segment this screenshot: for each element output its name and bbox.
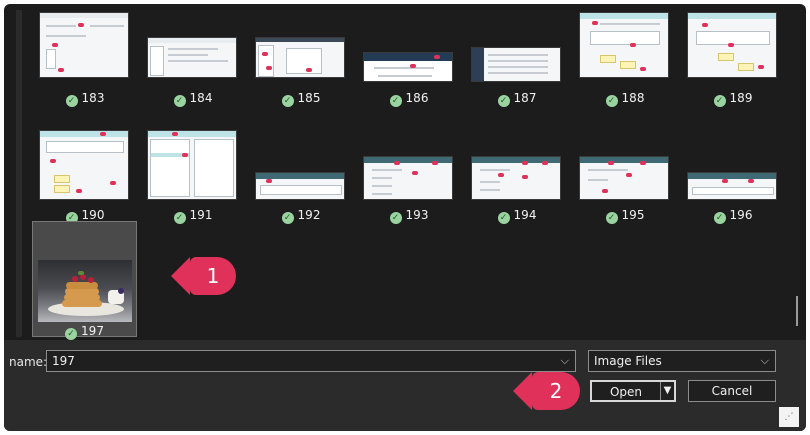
thumbnail-label: ✓ 196 xyxy=(680,208,786,224)
thumbnail-label: ✓ 186 xyxy=(356,91,462,107)
thumbnail-label: ✓ 185 xyxy=(248,91,354,107)
chevron-down-icon[interactable]: ⌵ xyxy=(761,351,769,371)
check-icon: ✓ xyxy=(497,95,510,107)
callout-two: 2 xyxy=(513,372,580,410)
check-icon: ✓ xyxy=(281,212,294,224)
thumbnail-grid: ✓ 183 ✓ 184 ✓ 185 ✓ 186 ✓ 187 ✓ 188 ✓ 18… xyxy=(32,4,792,340)
check-icon: ✓ xyxy=(389,95,402,107)
thumbnail-tile-189[interactable]: ✓ 189 xyxy=(680,4,786,110)
thumbnail-label: ✓ 189 xyxy=(680,91,786,107)
thumbnail-image xyxy=(363,52,453,82)
thumbnail-image xyxy=(579,12,669,78)
thumbnail-image xyxy=(255,37,345,78)
thumbnail-tile-183[interactable]: ✓ 183 xyxy=(32,4,138,110)
vertical-scrollbar[interactable] xyxy=(794,4,804,340)
thumbnail-tile-187[interactable]: ✓ 187 xyxy=(464,4,570,110)
chevron-down-icon[interactable]: ⌵ xyxy=(561,351,569,371)
file-type-value: Image Files xyxy=(594,354,662,368)
navigation-pane-edge xyxy=(16,10,22,337)
thumbnail-label: ✓ 183 xyxy=(32,91,138,107)
thumbnail-image xyxy=(687,172,777,200)
thumbnail-label: ✓ 191 xyxy=(140,208,246,224)
thumbnail-image xyxy=(147,37,237,78)
resize-grip-icon[interactable]: ⋰ xyxy=(779,407,799,427)
open-button-label: Open xyxy=(609,385,643,399)
check-icon: ✓ xyxy=(497,212,510,224)
file-name-value: 197 xyxy=(52,354,75,368)
thumbnail-label: ✓ 184 xyxy=(140,91,246,107)
thumbnail-image xyxy=(39,12,129,78)
thumbnail-tile-192[interactable]: ✓ 192 xyxy=(248,110,354,224)
thumbnail-image xyxy=(147,130,237,200)
thumbnail-image xyxy=(38,260,132,322)
dropdown-arrow-icon: ▼ xyxy=(663,385,672,396)
check-icon: ✓ xyxy=(173,95,186,107)
thumbnail-tile-194[interactable]: ✓ 194 xyxy=(464,110,570,224)
thumbnail-label: ✓ 187 xyxy=(464,91,570,107)
thumbnail-label: ✓ 193 xyxy=(356,208,462,224)
thumbnail-tile-184[interactable]: ✓ 184 xyxy=(140,4,246,110)
thumbnail-tile-193[interactable]: ✓ 193 xyxy=(356,110,462,224)
check-icon: ✓ xyxy=(605,95,618,107)
thumbnail-tile-196[interactable]: ✓ 196 xyxy=(680,110,786,224)
thumbnail-image xyxy=(39,130,129,200)
file-name-input[interactable]: 197 ⌵ xyxy=(46,350,576,372)
thumbnail-label: ✓ 194 xyxy=(464,208,570,224)
check-icon: ✓ xyxy=(65,328,78,340)
check-icon: ✓ xyxy=(173,212,186,224)
thumbnail-image xyxy=(471,156,561,200)
callout-one: 1 xyxy=(171,257,236,295)
open-button[interactable]: Open ▼ xyxy=(590,380,676,402)
file-name-label: name: xyxy=(9,355,48,369)
thumbnail-image xyxy=(579,156,669,200)
file-open-dialog: ✓ 183 ✓ 184 ✓ 185 ✓ 186 ✓ 187 ✓ 188 ✓ 18… xyxy=(4,4,806,431)
check-icon: ✓ xyxy=(389,212,402,224)
thumbnail-tile-185[interactable]: ✓ 185 xyxy=(248,4,354,110)
check-icon: ✓ xyxy=(605,212,618,224)
check-icon: ✓ xyxy=(281,95,294,107)
thumbnail-label: ✓ 188 xyxy=(572,91,678,107)
thumbnail-image xyxy=(471,47,561,82)
check-icon: ✓ xyxy=(713,212,726,224)
dialog-footer: name: 197 ⌵ Image Files ⌵ 2 Open ▼ Cance… xyxy=(4,340,806,431)
thumbnail-image xyxy=(687,12,777,78)
check-icon: ✓ xyxy=(65,95,78,107)
check-icon: ✓ xyxy=(713,95,726,107)
scrollbar-thumb[interactable] xyxy=(796,296,798,326)
thumbnail-tile-186[interactable]: ✓ 186 xyxy=(356,4,462,110)
cancel-button[interactable]: Cancel xyxy=(688,380,776,402)
thumbnail-image xyxy=(255,172,345,200)
thumbnail-label: ✓ 197 xyxy=(33,324,136,340)
thumbnail-tile-197-selected[interactable]: ✓ 197 xyxy=(32,221,137,340)
thumbnail-image xyxy=(363,156,453,200)
thumbnail-tile-188[interactable]: ✓ 188 xyxy=(572,4,678,110)
thumbnail-label: ✓ 195 xyxy=(572,208,678,224)
thumbnail-tile-195[interactable]: ✓ 195 xyxy=(572,110,678,224)
file-type-select[interactable]: Image Files ⌵ xyxy=(588,350,776,372)
thumbnail-tile-190[interactable]: ✓ 190 xyxy=(32,110,138,224)
thumbnail-tile-191[interactable]: ✓ 191 xyxy=(140,110,246,224)
open-options-dropdown[interactable]: ▼ xyxy=(660,382,674,400)
thumbnail-label: ✓ 192 xyxy=(248,208,354,224)
